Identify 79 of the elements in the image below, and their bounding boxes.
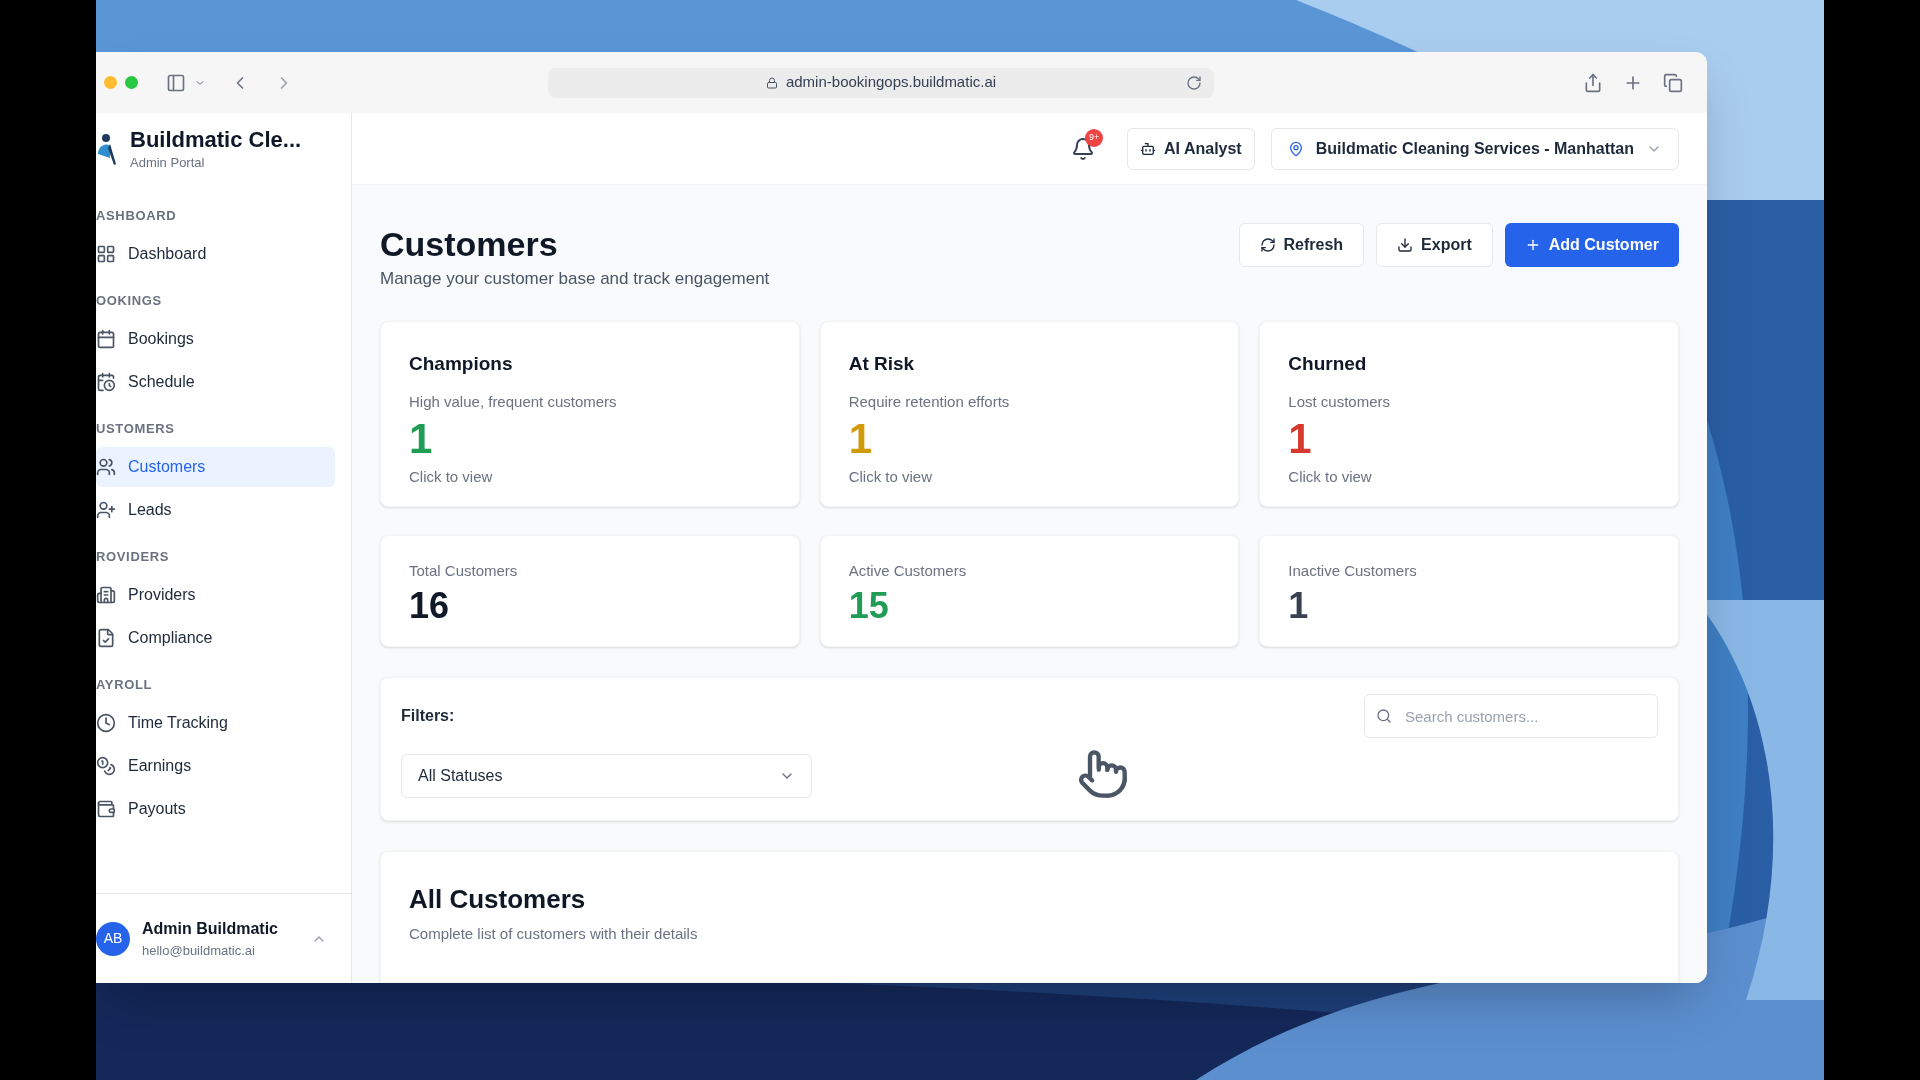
refresh-button[interactable]: Refresh bbox=[1238, 223, 1365, 267]
section-heading: USTOMERS bbox=[96, 420, 176, 439]
view-link[interactable]: Click to view bbox=[1288, 465, 1650, 488]
nav-item[interactable]: Dashboard bbox=[96, 234, 335, 274]
location-select[interactable]: Buildmatic Cleaning Services - Manhattan bbox=[1270, 127, 1679, 170]
view-link[interactable]: Click to view bbox=[409, 465, 771, 488]
stat-value: 1 bbox=[1288, 583, 1310, 628]
ai-analyst-button[interactable]: AI Analyst bbox=[1127, 127, 1255, 170]
user-email: hello@buildmatic.ai bbox=[142, 941, 256, 960]
zoom-button[interactable] bbox=[125, 76, 138, 89]
page-title: Customers bbox=[380, 224, 559, 265]
search-icon bbox=[1376, 708, 1392, 724]
nav-item[interactable]: Leads bbox=[96, 490, 335, 530]
user-avatar: AB bbox=[96, 921, 130, 956]
segment-count: 1 bbox=[1288, 414, 1313, 464]
section-heading: ROVIDERS bbox=[96, 548, 171, 567]
grid-icon bbox=[96, 244, 116, 264]
share-icon[interactable] bbox=[1583, 72, 1603, 93]
segment-title: Champions bbox=[409, 352, 514, 376]
reload-icon[interactable] bbox=[1186, 74, 1202, 91]
clock-icon bbox=[96, 713, 116, 733]
refresh-icon bbox=[1259, 237, 1276, 253]
wallet-icon bbox=[96, 799, 116, 819]
calendar-clock-icon bbox=[96, 372, 116, 392]
segment-card[interactable]: Champions High value, frequent customers 1 Click to view bbox=[380, 321, 800, 507]
nav-item[interactable]: Schedule bbox=[96, 362, 335, 402]
brand-subtitle: Admin Portal bbox=[130, 154, 206, 172]
search-field[interactable]: Search customers... bbox=[1364, 694, 1658, 738]
nav-item[interactable]: Payouts bbox=[96, 789, 335, 829]
map-pin-icon bbox=[1287, 140, 1304, 157]
section-heading: OOKINGS bbox=[96, 292, 163, 311]
segment-count: 1 bbox=[409, 414, 434, 464]
page-subtitle: Manage your customer base and track engagement bbox=[380, 267, 770, 290]
table-title: All Customers bbox=[409, 883, 587, 916]
segment-title: Churned bbox=[1288, 352, 1368, 376]
section-heading: AYROLL bbox=[96, 676, 154, 695]
notification-badge: 9+ bbox=[1085, 128, 1104, 147]
view-link[interactable]: Click to view bbox=[848, 465, 1211, 488]
segment-card[interactable]: At Risk Require retention efforts 1 Click to view bbox=[819, 321, 1240, 507]
calendar-icon bbox=[96, 329, 116, 349]
stat-value: 16 bbox=[409, 583, 451, 628]
stat-label: Inactive Customers bbox=[1288, 561, 1418, 581]
url-text: admin-bookingops.buildmatic.ai bbox=[785, 72, 997, 93]
stat-label: Total Customers bbox=[409, 561, 519, 581]
segment-description: Lost customers bbox=[1288, 391, 1392, 412]
hand-cursor-icon bbox=[1077, 748, 1129, 800]
sidebar-toggle-icon[interactable] bbox=[166, 72, 186, 93]
nav-item[interactable]: Time Tracking bbox=[96, 703, 335, 743]
nav-item[interactable]: Compliance bbox=[96, 618, 335, 658]
brand-name: Buildmatic Cle... bbox=[130, 125, 302, 153]
logo-icon bbox=[96, 132, 118, 166]
user-name: Admin Buildmatic bbox=[142, 918, 279, 939]
filters-label: Filters: bbox=[401, 706, 455, 726]
stat-label: Active Customers bbox=[848, 561, 968, 581]
document-check-icon bbox=[96, 628, 116, 648]
nav-item[interactable]: Customers bbox=[96, 447, 335, 487]
status-select[interactable]: All Statuses bbox=[401, 754, 812, 798]
add-customer-button[interactable]: Add Customer bbox=[1504, 223, 1679, 267]
segment-count: 1 bbox=[848, 414, 873, 464]
nav-item[interactable]: Earnings bbox=[96, 746, 335, 786]
export-button[interactable]: Export bbox=[1376, 223, 1493, 267]
download-icon bbox=[1397, 237, 1414, 253]
robot-icon bbox=[1140, 140, 1157, 157]
tab-overview-icon[interactable] bbox=[1663, 72, 1683, 93]
nav-item[interactable]: Bookings bbox=[96, 319, 335, 359]
nav-item[interactable]: Providers bbox=[96, 575, 335, 615]
stat-value: 15 bbox=[848, 583, 890, 628]
segment-description: Require retention efforts bbox=[848, 391, 1011, 412]
segment-card[interactable]: Churned Lost customers 1 Click to view bbox=[1259, 321, 1679, 507]
users-icon bbox=[96, 457, 116, 477]
lock-icon bbox=[765, 76, 778, 89]
section-heading: ASHBOARD bbox=[96, 207, 178, 226]
table-subtitle: Complete list of customers with their details bbox=[409, 924, 699, 944]
address-bar[interactable]: admin-bookingops.buildmatic.ai bbox=[548, 67, 1214, 98]
segment-description: High value, frequent customers bbox=[409, 391, 618, 412]
coins-icon bbox=[96, 756, 116, 776]
user-plus-icon bbox=[96, 500, 116, 520]
building-icon bbox=[96, 585, 116, 605]
segment-title: At Risk bbox=[848, 352, 916, 376]
